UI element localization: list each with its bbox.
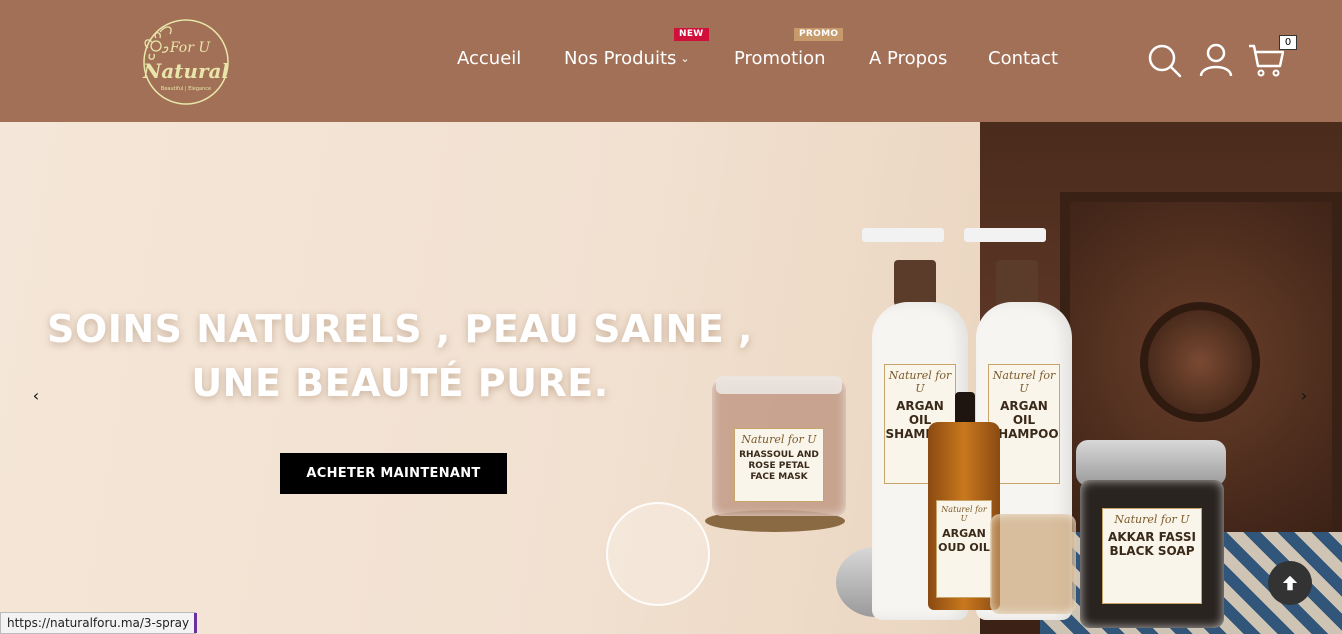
- shampoo-cap-1: [894, 260, 936, 306]
- search-icon: [1148, 44, 1182, 78]
- svg-text:For U: For U: [169, 40, 212, 56]
- face-mask-brand: Naturel for U: [741, 433, 817, 446]
- carved-rosette: [1140, 302, 1260, 422]
- promo-badge: PROMO: [794, 28, 844, 41]
- face-mask-label: Naturel for U RHASSOUL AND ROSE PETAL FA…: [734, 428, 824, 502]
- site-header: For U Natural Beautiful | Elegance Accue…: [0, 0, 1342, 122]
- shop-now-button[interactable]: ACHETER MAINTENANT: [280, 453, 507, 494]
- face-mask-name: RHASSOUL AND ROSE PETAL FACE MASK: [739, 450, 819, 482]
- slider-next-arrow[interactable]: ›: [1296, 386, 1312, 405]
- argan-oil-name: ARGAN OUD OIL: [938, 527, 990, 554]
- nav-nos-produits-label: Nos Produits: [564, 48, 677, 69]
- nav-accueil[interactable]: Accueil: [457, 48, 521, 69]
- arrow-up-icon: [1282, 575, 1298, 591]
- shampoo-brand-1: Naturel for U: [888, 369, 952, 395]
- new-badge: NEW: [674, 28, 709, 41]
- browser-status-bar: https://naturalforu.ma/3-spray: [0, 612, 198, 634]
- oil-dropper-cap: [955, 392, 975, 426]
- shampoo-pump-2: [964, 228, 1046, 242]
- glass-lid: [606, 502, 710, 606]
- shampoo-brand-2: Naturel for U: [992, 369, 1056, 395]
- black-soap-brand: Naturel for U: [1114, 513, 1190, 526]
- hero-headline: SOINS NATURELS , PEAU SAINE , UNE BEAUTÉ…: [47, 307, 753, 405]
- brand-logo[interactable]: For U Natural Beautiful | Elegance: [138, 18, 232, 106]
- nav-a-propos[interactable]: A Propos: [869, 48, 947, 69]
- shampoo-cap-2: [996, 260, 1038, 306]
- slider-prev-arrow[interactable]: ‹: [28, 386, 44, 405]
- argan-oil-brand: Naturel for U: [941, 505, 987, 523]
- svg-text:Natural: Natural: [142, 59, 230, 83]
- hero-slider: Naturel for U RHASSOUL AND ROSE PETAL FA…: [0, 122, 1342, 634]
- cart-count-badge: 0: [1279, 35, 1297, 50]
- chevron-down-icon: ⌄: [680, 52, 690, 65]
- status-url: https://naturalforu.ma/3-spray: [7, 616, 190, 630]
- nav-promotion[interactable]: Promotion: [734, 48, 826, 69]
- status-accent: [194, 613, 198, 633]
- argan-nut-jar: [990, 514, 1076, 614]
- scroll-to-top-button[interactable]: [1268, 561, 1312, 605]
- argan-oil-label: Naturel for U ARGAN OUD OIL: [936, 500, 992, 598]
- shampoo-pump-1: [862, 228, 944, 242]
- user-icon: [1199, 43, 1233, 77]
- black-soap-jar: Naturel for U AKKAR FASSI BLACK SOAP: [1080, 480, 1224, 628]
- black-soap-label: Naturel for U AKKAR FASSI BLACK SOAP: [1102, 508, 1202, 604]
- black-soap-name: AKKAR FASSI BLACK SOAP: [1108, 530, 1196, 558]
- search-button[interactable]: [1146, 42, 1182, 78]
- nav-contact[interactable]: Contact: [988, 48, 1058, 69]
- svg-text:Beautiful | Elegance: Beautiful | Elegance: [161, 86, 211, 92]
- account-button[interactable]: [1198, 42, 1234, 78]
- logo-emblem: For U Natural Beautiful | Elegance: [142, 19, 230, 105]
- nav-nos-produits[interactable]: Nos Produits ⌄: [564, 48, 690, 69]
